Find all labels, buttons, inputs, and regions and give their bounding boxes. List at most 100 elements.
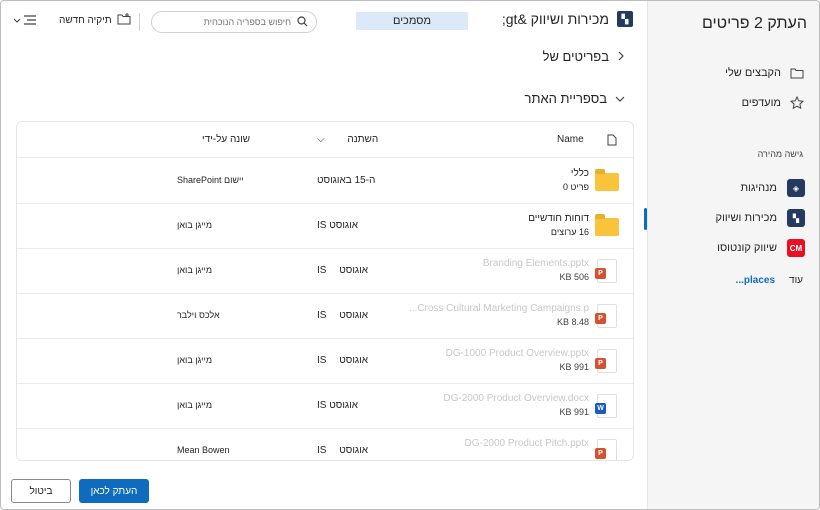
table-row[interactable]: דוחות חודשיים 16 ערוצים אוגוסט IS מייגן …	[17, 204, 633, 249]
search-icon	[297, 15, 308, 29]
new-folder-button[interactable]: תיקיה חדשה	[59, 13, 131, 28]
file-name: כללי	[570, 168, 589, 179]
folder-outline-icon	[789, 65, 805, 81]
table-row: W DG-2000 Product Overview.docx 991 KB א…	[17, 384, 633, 429]
search-box[interactable]	[151, 11, 317, 33]
breadcrumb: ▚ מכירות ושיווק &gt;	[502, 11, 633, 27]
sidebar: העתק 2 פריטים הקבצים שלי מועדפים גישה מה…	[647, 1, 819, 509]
active-indicator	[644, 208, 647, 230]
copy-dialog: העתק 2 פריטים הקבצים שלי מועדפים גישה מה…	[0, 0, 820, 510]
section-my-items[interactable]: בפריטים של	[543, 49, 625, 64]
table-row: P DG-1000 Product Overview.pptx 991 KB א…	[17, 339, 633, 384]
sidebar-item-leadership[interactable]: ◈ מנהיגות	[740, 179, 805, 197]
modified-month: אוגוסט	[339, 310, 369, 321]
more-places-row: עוד places...	[736, 275, 803, 286]
modified-cell: אוגוסט IS	[317, 310, 368, 321]
table-row: P Cross Cultural Marketing Campaigns.p..…	[17, 294, 633, 339]
row-name-cell: DG-1000 Product Overview.pptx 991 KB	[446, 348, 589, 372]
modified-cell: אוגוסט IS	[317, 355, 368, 366]
file-size: 991 KB	[559, 407, 589, 417]
sidebar-item-label: שיווק קונטוסו	[717, 242, 777, 254]
column-header-modified-by[interactable]: שונה על-ידי	[202, 134, 250, 145]
file-subtext: פריט 0	[562, 182, 589, 192]
more-places-link[interactable]: places...	[736, 275, 775, 286]
file-name: Branding Elements.pptx	[482, 258, 589, 269]
modified-by-cell: מייגן בואן	[177, 265, 213, 275]
row-name-cell: DG-2000 Product Pitch.pptx	[464, 438, 589, 449]
modified-cell: אוגוסט IS	[317, 220, 359, 231]
powerpoint-file-icon: P	[595, 439, 619, 460]
modified-by-cell: מייגן בואן	[177, 220, 213, 230]
quick-access-heading: גישה מהירה	[757, 149, 803, 159]
table-row: P DG-2000 Product Pitch.pptx אוגוסט IS M…	[17, 429, 633, 460]
breadcrumb-documents[interactable]: מסמכים	[356, 12, 468, 30]
row-name-cell: Cross Cultural Marketing Campaigns.p... …	[409, 303, 589, 327]
chevron-down-icon	[615, 91, 625, 106]
row-name-cell: כללי פריט 0	[563, 168, 589, 192]
star-icon	[789, 95, 805, 111]
view-options-button[interactable]	[13, 14, 37, 29]
sidebar-item-label: מכירות ושיווק	[715, 212, 777, 224]
row-name-cell: דוחות חודשיים 16 ערוצים	[528, 213, 589, 237]
powerpoint-file-icon: P	[595, 304, 619, 328]
modified-day: IS	[317, 445, 327, 456]
powerpoint-file-icon: P	[595, 259, 619, 283]
list-view-icon	[23, 14, 37, 29]
modified-day: IS	[317, 265, 327, 276]
column-header-modified[interactable]: ⌵ השתנה	[317, 134, 378, 145]
modified-day: IS	[317, 355, 327, 366]
file-subtext: 16 ערוצים	[550, 227, 589, 237]
breadcrumb-site[interactable]: מכירות ושיווק &gt;	[502, 11, 609, 27]
file-name: דוחות חודשיים	[528, 213, 589, 224]
file-name: Cross Cultural Marketing Campaigns.p...	[408, 303, 589, 314]
column-header-name[interactable]: Name	[557, 134, 584, 145]
modified-month: אוגוסט	[339, 445, 369, 456]
sidebar-item-favorites[interactable]: מועדפים	[742, 95, 805, 111]
file-name: DG-1000 Product Overview.pptx	[445, 348, 589, 359]
file-size: 8.48 KB	[556, 317, 589, 327]
modified-month: אוגוסט	[339, 265, 369, 276]
modified-day: IS	[317, 310, 327, 321]
toolbar-divider	[139, 13, 140, 31]
sidebar-item-my-files[interactable]: הקבצים שלי	[725, 65, 805, 81]
powerpoint-file-icon: P	[595, 349, 619, 373]
column-label: השתנה	[347, 134, 379, 145]
cancel-button[interactable]: ביטול	[11, 479, 71, 503]
folder-icon	[595, 169, 619, 193]
table-row[interactable]: כללי פריט 0 ה-15 באוגוסט יישום SharePoin…	[17, 159, 633, 204]
file-type-icon	[607, 134, 617, 149]
chevron-down-icon	[13, 16, 21, 27]
sidebar-item-label: מועדפים	[741, 97, 781, 109]
row-name-cell: DG-2000 Product Overview.docx 991 KB	[443, 393, 589, 417]
section-label: בספריית האתר	[524, 91, 607, 106]
file-name: DG-2000 Product Overview.docx	[443, 393, 589, 404]
modified-by-cell: מייגן בואן	[177, 400, 213, 410]
sidebar-item-label: מנהיגות	[740, 182, 777, 194]
more-label: עוד	[789, 275, 803, 286]
section-label: בפריטים של	[542, 49, 609, 64]
modified-month: אוגוסט	[339, 355, 369, 366]
file-name: DG-2000 Product Pitch.pptx	[464, 438, 589, 449]
site-logo-icon: ◈	[787, 179, 805, 197]
new-folder-label: תיקיה חדשה	[59, 15, 112, 26]
file-table: Name ⌵ השתנה שונה על-ידי כללי פריט 0 ה-1…	[16, 121, 634, 461]
file-size: 506 KB	[559, 272, 589, 282]
dialog-title: העתק 2 פריטים	[701, 15, 807, 32]
site-logo-icon: CM	[787, 239, 805, 257]
modified-by-cell: אלכס וילבר	[177, 310, 220, 320]
row-name-cell: Branding Elements.pptx 506 KB	[483, 258, 589, 282]
sidebar-item-contoso-marketing[interactable]: CM שיווק קונטוסו	[717, 239, 805, 257]
word-file-icon: W	[595, 394, 619, 418]
section-site-library[interactable]: בספריית האתר	[525, 91, 625, 106]
modified-by-cell: Mean Bowen	[177, 445, 230, 455]
search-input[interactable]	[161, 17, 291, 27]
modified-by-cell: מייגן בואן	[177, 355, 213, 365]
site-logo-icon: ▚	[617, 11, 633, 27]
table-row: P Branding Elements.pptx 506 KB אוגוסט I…	[17, 249, 633, 294]
modified-cell: ה-15 באוגוסט	[317, 175, 376, 186]
folder-icon	[595, 214, 619, 238]
modified-cell: אוגוסט IS	[317, 400, 359, 411]
copy-here-button[interactable]: העתק לכאן	[79, 479, 149, 503]
table-header: Name ⌵ השתנה שונה על-ידי	[17, 122, 633, 158]
sidebar-item-sales-marketing[interactable]: ▚ מכירות ושיווק	[715, 209, 805, 227]
